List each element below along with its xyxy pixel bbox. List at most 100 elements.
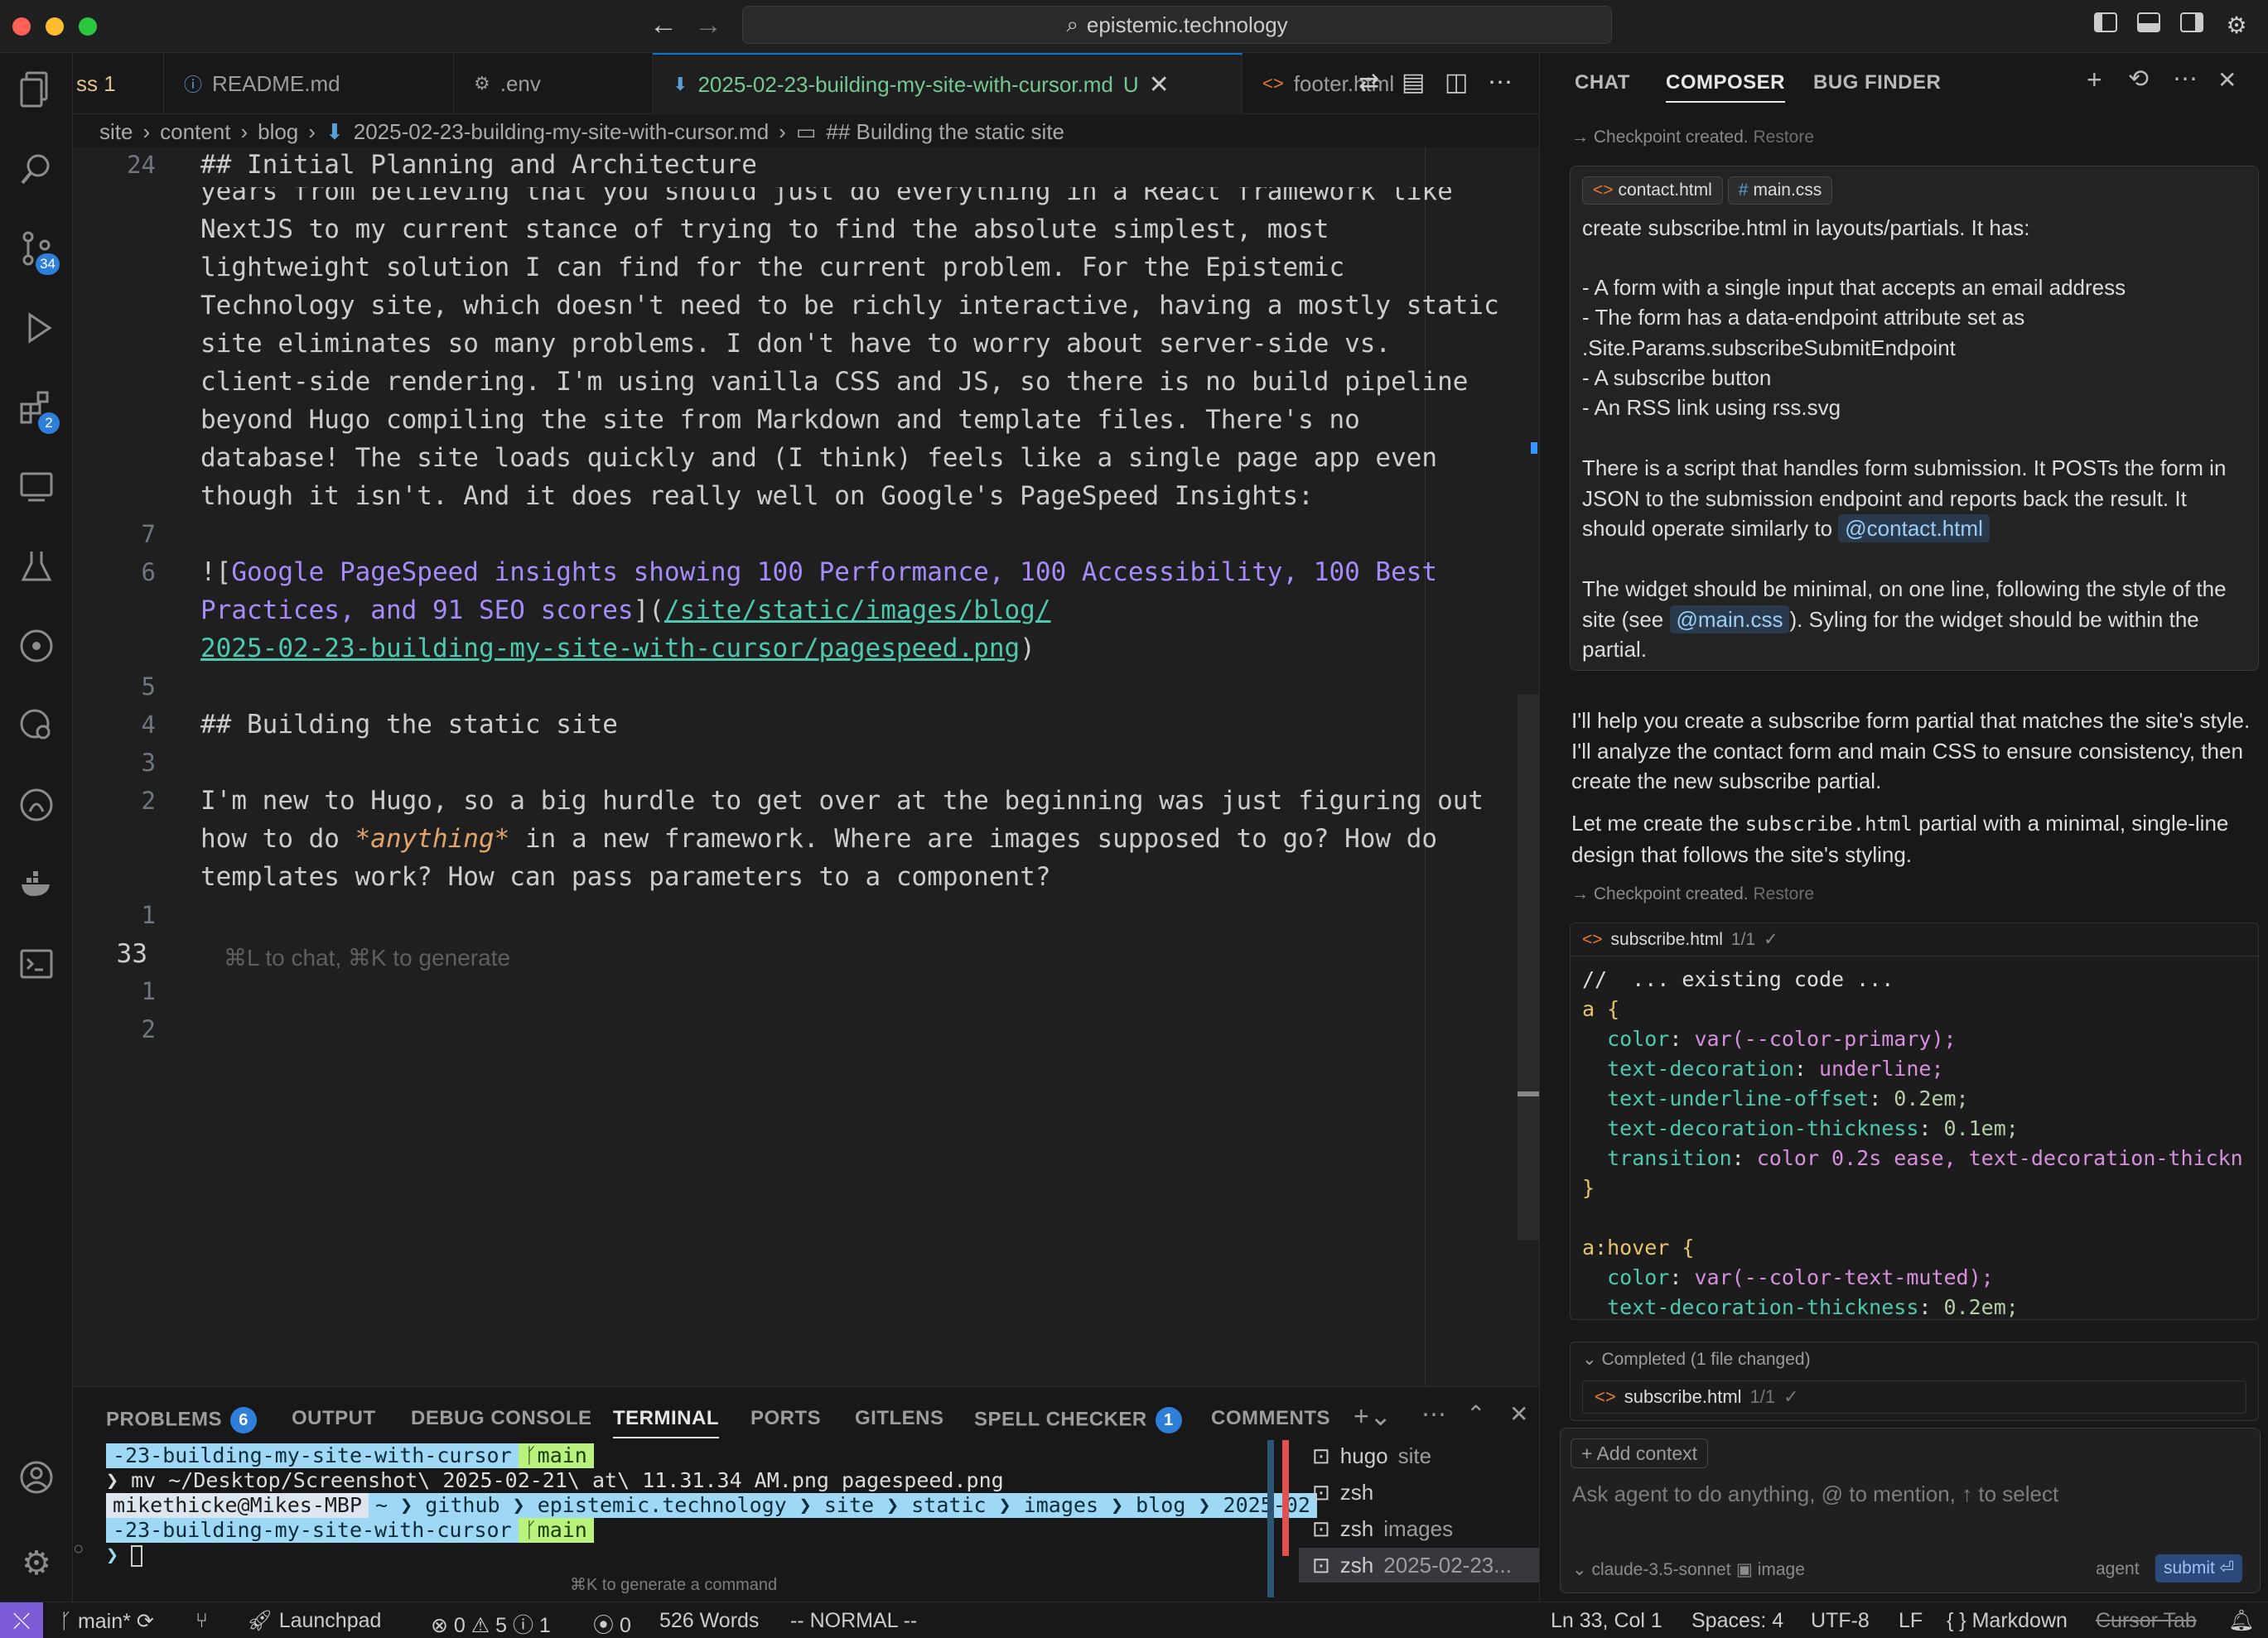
git-graph-icon[interactable]: ⑂ <box>195 1609 208 1633</box>
compare-changes-icon[interactable]: ⇄ <box>1358 68 1379 97</box>
code-block-header[interactable]: <> subscribe.html 1/1 ✓ <box>1571 923 2258 956</box>
mention-chip[interactable]: @contact.html <box>1838 514 1990 542</box>
branch-indicator[interactable]: ᚴ main* ⟳ <box>60 1609 154 1634</box>
breadcrumb-item[interactable]: ## Building the static site <box>826 119 1064 145</box>
tab-partial[interactable]: ss 1 <box>56 53 164 114</box>
more-actions-icon[interactable]: ⋯ <box>1488 68 1513 97</box>
breadcrumb-item[interactable]: site <box>99 119 133 145</box>
close-panel-icon[interactable]: ✕ <box>1509 1400 1529 1428</box>
context-pill[interactable]: <> contact.html <box>1582 176 1723 205</box>
close-window-button[interactable] <box>12 17 31 36</box>
changed-file-name: subscribe.html <box>1624 1386 1742 1407</box>
context-pill[interactable]: # main.css <box>1727 176 1833 205</box>
indentation[interactable]: Spaces: 4 <box>1691 1609 1783 1633</box>
word-count[interactable]: 526 Words <box>659 1609 759 1633</box>
editor-scrollbar[interactable] <box>1518 694 1539 1241</box>
tab-comments[interactable]: COMMENTS <box>1211 1407 1330 1430</box>
github-icon[interactable] <box>12 787 61 836</box>
tab-output[interactable]: OUTPUT <box>292 1407 376 1430</box>
end-of-line[interactable]: LF <box>1899 1609 1923 1633</box>
tab-chat[interactable]: CHAT <box>1575 71 1630 94</box>
toggle-primary-sidebar-icon[interactable] <box>2091 12 2121 40</box>
extensions-icon[interactable]: 2 <box>12 389 61 439</box>
image-url[interactable]: 2025-02-23-building-my-site-with-cursor/… <box>200 634 1020 663</box>
testing-flask-icon[interactable] <box>12 548 61 598</box>
close-pane-icon[interactable]: ✕ <box>2217 66 2237 94</box>
code-line: text-decoration-thickness: 0.2em; <box>1607 1295 2019 1319</box>
breadcrumb-item[interactable]: 2025-02-23-building-my-site-with-cursor.… <box>354 119 769 145</box>
tab-terminal[interactable]: TERMINAL <box>613 1407 719 1438</box>
remote-indicator-icon[interactable]: ⤬ <box>0 1602 43 1638</box>
more-options-icon[interactable]: ⋯ <box>2173 65 2198 94</box>
gitlens-icon[interactable] <box>12 628 61 677</box>
model-selector[interactable]: ⌄ claude-3.5-sonnet <box>1572 1559 1731 1580</box>
run-debug-icon[interactable] <box>12 310 61 359</box>
more-actions-icon[interactable]: ⋯ <box>1421 1400 1447 1429</box>
terminal-cursor <box>131 1545 143 1567</box>
composer-input[interactable]: + Add context Ask agent to do anything, … <box>1560 1428 2261 1593</box>
tab-ports[interactable]: PORTS <box>750 1407 821 1430</box>
back-arrow-icon[interactable]: ← <box>649 10 678 40</box>
explorer-icon[interactable] <box>12 70 61 119</box>
history-icon[interactable]: ⟲ <box>2128 65 2150 94</box>
editor[interactable]: 24 ## Initial Planning and Architecture … <box>73 147 1539 1386</box>
remote-explorer-icon[interactable] <box>12 469 61 518</box>
agent-mode-label[interactable]: agent <box>2096 1559 2140 1579</box>
cursor-tab-toggle[interactable]: Cursor Tab <box>2096 1609 2197 1633</box>
gitlens-inspect-icon[interactable] <box>12 707 61 757</box>
tab-readme[interactable]: ⓘ README.md <box>164 53 454 114</box>
submit-button[interactable]: submit ⏎ <box>2155 1554 2243 1583</box>
docker-whale-icon[interactable] <box>12 866 61 916</box>
tab-bug-finder[interactable]: BUG FINDER <box>1813 71 1941 94</box>
tab-env[interactable]: ⚙ .env <box>454 53 653 114</box>
problems-indicator[interactable]: ⊗ 0 ⚠ 5 ⓘ 1 <box>431 1609 551 1638</box>
bell-icon[interactable]: 🔔︎ <box>2228 1609 2255 1633</box>
launchpad-button[interactable]: 🚀︎ Launchpad <box>247 1609 381 1633</box>
add-context-button[interactable]: + Add context <box>1571 1438 1709 1468</box>
terminal-list-item[interactable]: ⊡ hugo site <box>1299 1438 1539 1473</box>
language-mode[interactable]: { } Markdown <box>1947 1609 2068 1633</box>
tab-composer[interactable]: COMPOSER <box>1666 71 1786 103</box>
encoding[interactable]: UTF-8 <box>1811 1609 1870 1633</box>
maximize-panel-icon[interactable]: ⌃ <box>1466 1400 1486 1428</box>
manage-gear-icon[interactable]: ⚙ <box>12 1539 61 1588</box>
split-editor-icon[interactable]: ◫ <box>1445 68 1468 97</box>
terminal-prompt[interactable]: ❯ <box>106 1543 143 1568</box>
source-control-icon[interactable]: 34 <box>12 230 61 280</box>
tab-active-markdown[interactable]: ⬇ 2025-02-23-building-my-site-with-cursor… <box>653 53 1243 114</box>
search-icon[interactable] <box>12 151 61 200</box>
tab-gitlens[interactable]: GITLENS <box>855 1407 944 1430</box>
tab-problems[interactable]: PROBLEMS 6 <box>106 1407 258 1433</box>
tab-spell-checker[interactable]: SPELL CHECKER 1 <box>974 1407 1182 1433</box>
breadcrumb-item[interactable]: blog <box>258 119 298 145</box>
new-terminal-icon[interactable]: +⌄ <box>1354 1400 1392 1432</box>
breadcrumb-item[interactable]: content <box>160 119 230 145</box>
changed-file-row[interactable]: <> subscribe.html 1/1 ✓ <box>1582 1380 2246 1414</box>
tab-label: .env <box>499 70 541 96</box>
tab-debug-console[interactable]: DEBUG CONSOLE <box>411 1407 592 1430</box>
settings-gear-icon[interactable]: ⚙ <box>2222 12 2251 40</box>
image-url[interactable]: /site/static/images/blog/ <box>664 595 1051 625</box>
restore-link[interactable]: Restore <box>1753 884 1814 903</box>
terminal-list-item[interactable]: ⊡ zsh <box>1299 1475 1539 1510</box>
open-preview-icon[interactable]: ▤ <box>1402 68 1425 97</box>
forward-arrow-icon[interactable]: → <box>694 10 722 40</box>
terminal-icon[interactable] <box>12 946 61 995</box>
new-composer-icon[interactable]: + <box>2087 65 2102 95</box>
minimize-window-button[interactable] <box>46 17 64 36</box>
toggle-panel-icon[interactable] <box>2134 12 2164 40</box>
toggle-secondary-sidebar-icon[interactable] <box>2177 12 2207 40</box>
account-icon[interactable] <box>12 1459 61 1509</box>
mention-chip[interactable]: @main.css <box>1669 605 1790 634</box>
maximize-window-button[interactable] <box>79 17 97 36</box>
ports-indicator[interactable]: ⦿ 0 <box>593 1609 631 1638</box>
composer-placeholder[interactable]: Ask agent to do anything, @ to mention, … <box>1572 1481 2058 1507</box>
restore-link[interactable]: Restore <box>1753 128 1814 147</box>
terminal-list-item[interactable]: ⊡ zsh images <box>1299 1511 1539 1546</box>
completed-header[interactable]: ⌄ Completed (1 file changed) <box>1582 1349 1811 1370</box>
close-icon[interactable]: ✕ <box>1149 70 1170 99</box>
cursor-position[interactable]: Ln 33, Col 1 <box>1551 1609 1662 1633</box>
command-center-search[interactable]: ⌕ epistemic.technology <box>742 6 1612 44</box>
attach-image-button[interactable]: ▣ image <box>1736 1559 1805 1580</box>
terminal-list-item-active[interactable]: ⊡ zsh 2025-02-23... <box>1299 1548 1539 1583</box>
